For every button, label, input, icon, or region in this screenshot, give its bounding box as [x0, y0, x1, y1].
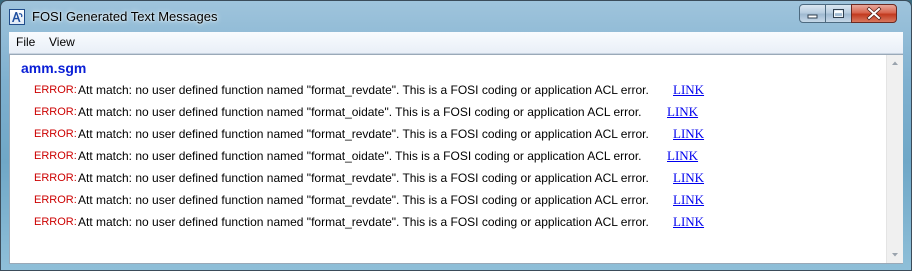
error-label: ERROR:	[34, 194, 77, 206]
messages-pane: amm.sgm ERROR: Att match: no user define…	[9, 54, 903, 264]
error-link[interactable]: LINK	[673, 170, 704, 186]
error-label: ERROR:	[34, 84, 77, 96]
messages-content: amm.sgm ERROR: Att match: no user define…	[10, 55, 886, 263]
error-label: ERROR:	[34, 216, 77, 228]
close-button[interactable]	[851, 4, 897, 23]
error-label: ERROR:	[34, 172, 77, 184]
message-row: ERROR: Att match: no user defined functi…	[10, 189, 886, 211]
minimize-icon	[807, 14, 818, 19]
fosi-messages-window: FOSI Generated Text Messages File View a	[0, 0, 912, 271]
document-title: amm.sgm	[21, 60, 87, 76]
message-row: ERROR: Att match: no user defined functi…	[10, 167, 886, 189]
error-message: Att match: no user defined function name…	[78, 105, 642, 119]
window-title: FOSI Generated Text Messages	[32, 9, 218, 24]
error-link[interactable]: LINK	[673, 126, 704, 142]
error-label: ERROR:	[34, 150, 77, 162]
arrow-down-icon	[892, 253, 898, 257]
scroll-up-button[interactable]	[887, 55, 903, 71]
vertical-scrollbar[interactable]	[886, 55, 903, 263]
maximize-icon	[833, 9, 844, 18]
minimize-button[interactable]	[799, 4, 826, 23]
error-message: Att match: no user defined function name…	[78, 83, 649, 97]
fosi-app-icon[interactable]	[9, 9, 25, 25]
close-icon	[866, 6, 882, 21]
error-message: Att match: no user defined function name…	[78, 215, 649, 229]
menu-bar: File View	[9, 32, 903, 54]
message-row: ERROR: Att match: no user defined functi…	[10, 123, 886, 145]
scroll-down-button[interactable]	[887, 247, 903, 263]
message-row: ERROR: Att match: no user defined functi…	[10, 79, 886, 101]
error-message: Att match: no user defined function name…	[78, 171, 649, 185]
error-link[interactable]: LINK	[673, 192, 704, 208]
menu-view[interactable]: View	[49, 35, 75, 49]
error-message: Att match: no user defined function name…	[78, 127, 649, 141]
error-link[interactable]: LINK	[673, 82, 704, 98]
message-row: ERROR: Att match: no user defined functi…	[10, 145, 886, 167]
arrow-up-icon	[892, 61, 898, 65]
message-row: ERROR: Att match: no user defined functi…	[10, 101, 886, 123]
error-label: ERROR:	[34, 106, 77, 118]
error-link[interactable]: LINK	[673, 214, 704, 230]
error-message: Att match: no user defined function name…	[78, 149, 642, 163]
error-message: Att match: no user defined function name…	[78, 193, 649, 207]
message-row: ERROR: Att match: no user defined functi…	[10, 211, 886, 233]
maximize-button[interactable]	[825, 4, 852, 23]
error-label: ERROR:	[34, 128, 77, 140]
error-link[interactable]: LINK	[667, 148, 698, 164]
title-bar[interactable]: FOSI Generated Text Messages	[1, 1, 911, 33]
menu-file[interactable]: File	[16, 35, 35, 49]
error-link[interactable]: LINK	[667, 104, 698, 120]
message-list: ERROR: Att match: no user defined functi…	[10, 79, 886, 233]
